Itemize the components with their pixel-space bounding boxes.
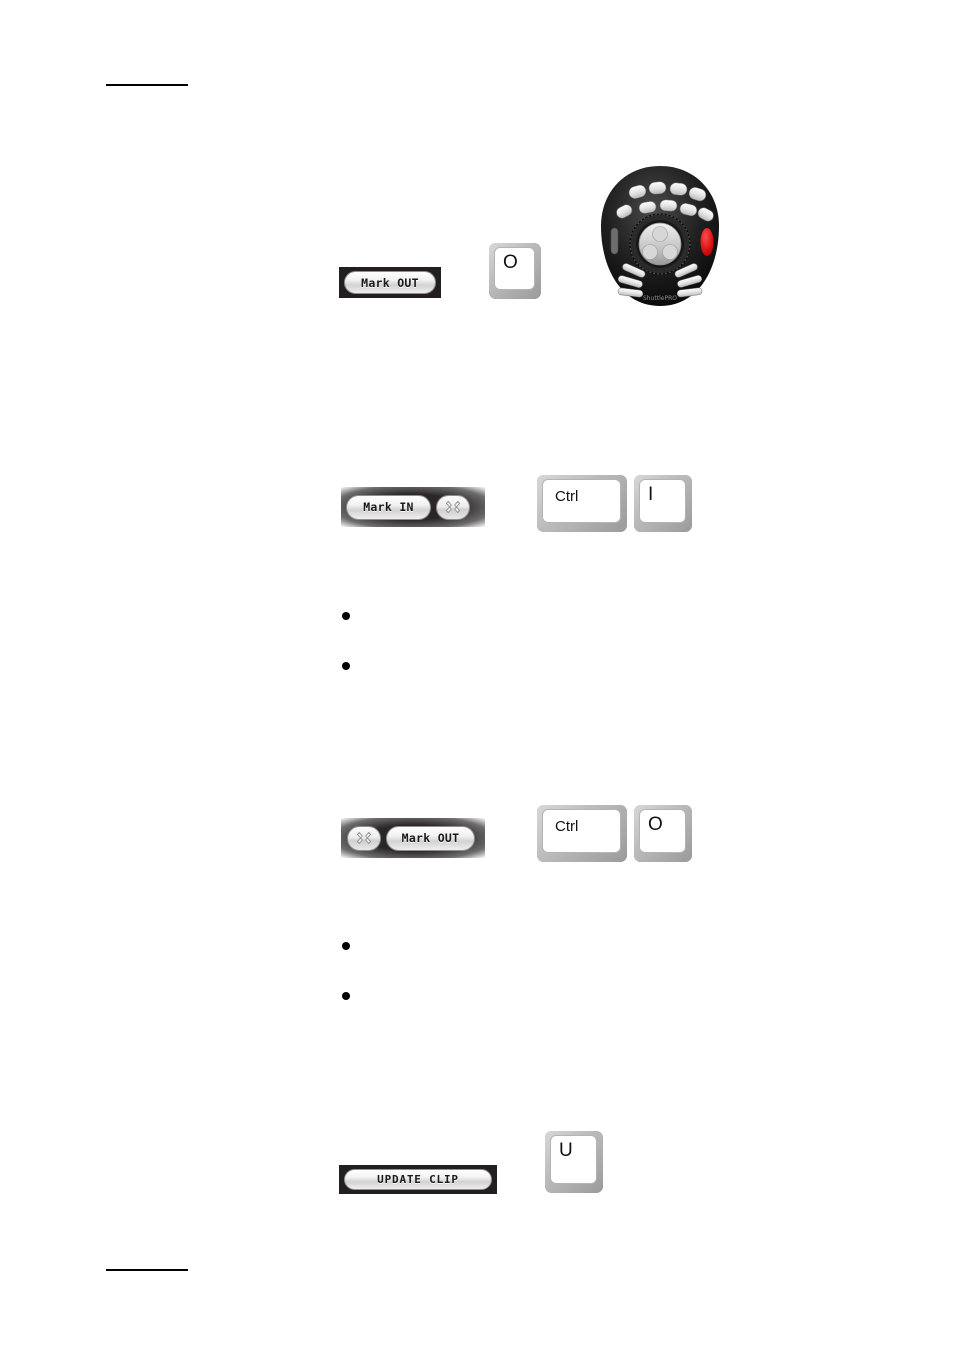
update-clip-button-label: UPDATE CLIP <box>344 1169 492 1190</box>
mark-out-clear-button-panel[interactable]: Mark OUT <box>341 818 485 858</box>
keycap-o[interactable]: O <box>489 243 541 299</box>
keycap-ctrl-label: Ctrl <box>543 480 620 522</box>
shuttlepro-brand-label: ShuttlePRO <box>643 295 677 302</box>
clear-mark-icon[interactable] <box>347 825 381 851</box>
list-item-bullet <box>342 662 350 670</box>
clear-mark-icon[interactable] <box>436 494 470 520</box>
shuttlepro-device-image: ShuttlePRO <box>595 164 725 309</box>
header-rule <box>106 84 188 86</box>
footer-rule <box>106 1269 188 1271</box>
mark-out-button-panel[interactable]: Mark OUT <box>339 267 441 298</box>
keycap-ctrl-mark-in[interactable]: Ctrl <box>537 475 627 532</box>
list-item-bullet <box>342 992 350 1000</box>
keycap-i[interactable]: I <box>634 475 692 532</box>
keycap-i-label: I <box>640 480 685 522</box>
keycap-ctrl-label: Ctrl <box>543 810 620 852</box>
keycap-ctrl-mark-out[interactable]: Ctrl <box>537 805 627 862</box>
mark-out-clear-button-label: Mark OUT <box>386 825 475 851</box>
keycap-u-label: U <box>551 1136 596 1183</box>
keycap-u[interactable]: U <box>545 1131 603 1193</box>
keycap-o-label: O <box>640 810 685 852</box>
keycap-o-mark-out[interactable]: O <box>634 805 692 862</box>
mark-in-button-label: Mark IN <box>346 494 431 520</box>
keycap-o-label: O <box>495 248 534 289</box>
list-item-bullet <box>342 612 350 620</box>
document-page: Mark OUT O ShuttlePRO Mark IN Ctrl I Mar… <box>0 0 954 1350</box>
update-clip-button-panel[interactable]: UPDATE CLIP <box>339 1165 497 1194</box>
mark-in-button-panel[interactable]: Mark IN <box>341 487 485 527</box>
mark-out-button-label: Mark OUT <box>344 271 436 294</box>
list-item-bullet <box>342 942 350 950</box>
